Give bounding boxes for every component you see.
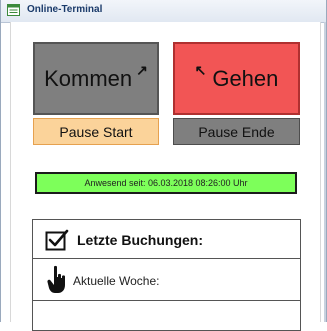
kommen-button[interactable]: Kommen ↗ <box>33 42 159 115</box>
checkbox-checked-icon <box>45 229 69 251</box>
terminal-content: Kommen ↗ ↖ Gehen Pause Start Pause Ende … <box>10 22 321 331</box>
arrow-up-left-icon: ↖ <box>194 62 207 78</box>
letzte-buchungen-heading: Letzte Buchungen: <box>77 232 203 248</box>
title-bar: Online-Terminal <box>1 0 326 23</box>
kommen-label: Kommen <box>44 65 133 91</box>
window-title: Online-Terminal <box>27 4 103 15</box>
pause-ende-button[interactable]: Pause Ende <box>173 118 300 145</box>
terminal-window-icon <box>7 4 20 16</box>
pointing-hand-icon <box>47 265 65 293</box>
pause-ende-label: Pause Ende <box>198 123 275 140</box>
status-badge: Anwesend seit: 06.03.2018 08:26:00 Uhr <box>35 172 297 194</box>
arrow-up-right-icon: ↗ <box>136 62 148 78</box>
letzte-buchungen-panel[interactable]: Letzte Buchungen: <box>32 219 301 259</box>
bookings-list-row <box>32 301 301 331</box>
aktuelle-woche-panel[interactable]: Aktuelle Woche: <box>32 259 301 301</box>
aktuelle-woche-label: Aktuelle Woche: <box>73 274 160 288</box>
status-text: Anwesend seit: 06.03.2018 08:26:00 Uhr <box>84 178 248 188</box>
gehen-label: Gehen <box>212 65 279 91</box>
window-edge <box>324 22 326 322</box>
pause-start-label: Pause Start <box>59 123 133 140</box>
pause-start-button[interactable]: Pause Start <box>33 118 159 145</box>
window: Online-Terminal Kommen ↗ ↖ Gehen Pause S… <box>0 0 327 331</box>
gehen-button[interactable]: ↖ Gehen <box>173 42 300 115</box>
